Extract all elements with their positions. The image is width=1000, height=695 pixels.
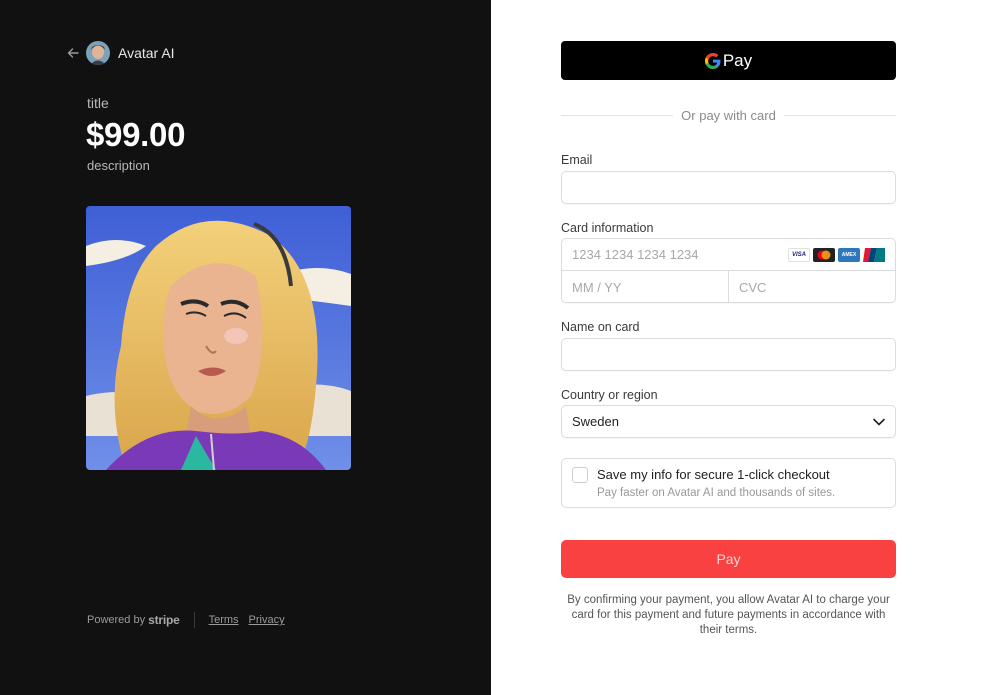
country-value: Sweden <box>572 414 619 429</box>
amex-icon: AMEX <box>838 247 860 262</box>
expiry-placeholder: MM / YY <box>572 279 622 295</box>
legal-text: By confirming your payment, you allow Av… <box>567 594 890 636</box>
name-on-card-field[interactable] <box>561 338 896 371</box>
product-image <box>86 206 351 470</box>
merchant-avatar <box>86 41 110 65</box>
privacy-link[interactable]: Privacy <box>249 614 285 626</box>
name-on-card-label: Name on card <box>561 320 640 334</box>
card-brands: VISA AMEX <box>788 247 885 262</box>
or-divider: Or pay with card <box>561 108 896 123</box>
email-label: Email <box>561 153 593 167</box>
google-pay-label: Pay <box>722 50 753 70</box>
product-description: description <box>87 158 150 173</box>
unionpay-icon <box>863 247 885 262</box>
divider-text: Or pay with card <box>681 108 776 123</box>
merchant-name: Avatar AI <box>118 45 175 61</box>
powered-by-stripe[interactable]: Powered by stripe <box>87 613 180 627</box>
expiry-field[interactable]: MM / YY <box>562 271 729 303</box>
cvc-placeholder: CVC <box>739 279 767 295</box>
card-info-label: Card information <box>561 221 654 235</box>
chevron-down-icon <box>873 413 885 431</box>
merchant-header[interactable]: Avatar AI <box>66 41 175 65</box>
product-title: title <box>87 95 109 111</box>
save-info-checkbox[interactable] <box>572 467 588 483</box>
email-field[interactable] <box>561 171 896 204</box>
cvc-field[interactable]: CVC <box>729 271 896 303</box>
terms-link[interactable]: Terms <box>209 614 239 626</box>
payment-panel: Pay Or pay with card Email Card informat… <box>491 0 1000 695</box>
visa-icon: VISA <box>788 247 810 262</box>
powered-by-label: Powered by <box>87 614 146 626</box>
card-information-group: 1234 1234 1234 1234 VISA AMEX MM / YY CV… <box>561 238 896 303</box>
save-info-subtitle: Pay faster on Avatar AI and thousands of… <box>597 487 836 499</box>
country-select[interactable]: Sweden <box>561 405 896 438</box>
mastercard-icon <box>813 247 835 262</box>
order-summary-panel: Avatar AI title $99.00 description Power… <box>0 0 491 695</box>
card-number-field[interactable]: 1234 1234 1234 1234 VISA AMEX <box>562 239 895 271</box>
google-pay-button[interactable]: Pay <box>561 41 896 80</box>
back-arrow-icon[interactable] <box>66 46 80 60</box>
product-price: $99.00 <box>86 116 186 153</box>
card-number-placeholder: 1234 1234 1234 1234 <box>572 247 699 262</box>
google-g-icon <box>704 52 721 69</box>
pay-button[interactable]: Pay <box>561 540 896 578</box>
country-label: Country or region <box>561 388 658 402</box>
footer-divider <box>193 612 195 628</box>
stripe-logo: stripe <box>148 613 180 627</box>
footer: Powered by stripe Terms Privacy <box>87 612 295 628</box>
save-info-option[interactable]: Save my info for secure 1-click checkout… <box>561 458 896 508</box>
save-info-title: Save my info for secure 1-click checkout <box>597 467 830 482</box>
